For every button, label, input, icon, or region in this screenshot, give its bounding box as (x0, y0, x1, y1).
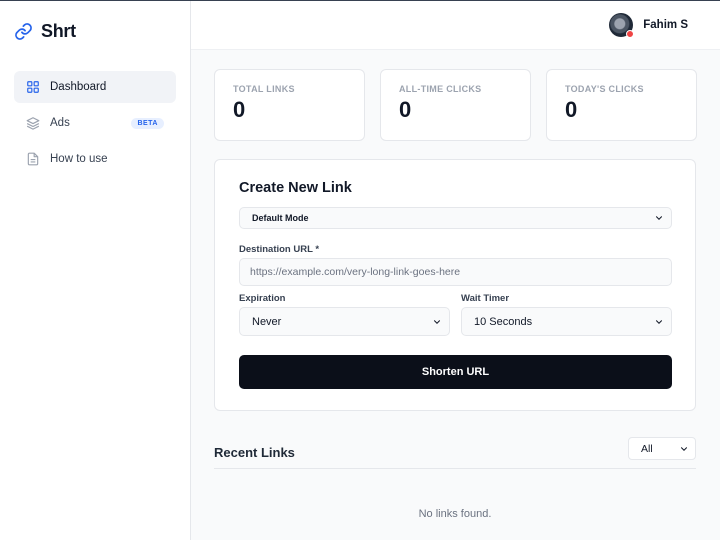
user-menu[interactable]: Fahim S (609, 13, 688, 38)
mode-select-value: Default Mode (252, 213, 309, 223)
filter-value: All (641, 442, 653, 455)
create-link-card: Create New Link Default Mode Destination… (214, 159, 696, 411)
recent-links-filter[interactable]: All (628, 437, 696, 460)
destination-url-label: Destination URL * (239, 244, 320, 255)
main-content: Fahim S TOTAL LINKS 0 ALL-TIME CLICKS 0 … (191, 1, 720, 540)
stat-label: TODAY'S CLICKS (565, 84, 644, 94)
sidebar-item-label: How to use (50, 153, 108, 165)
document-icon (27, 152, 39, 166)
layers-icon (26, 117, 40, 130)
top-bar: Fahim S (191, 1, 720, 50)
shorten-url-button[interactable]: Shorten URL (239, 355, 672, 389)
stat-card-todays-clicks: TODAY'S CLICKS 0 (546, 69, 697, 141)
sidebar-item-how-to-use[interactable]: How to use (14, 143, 176, 175)
stat-card-total-links: TOTAL LINKS 0 (214, 69, 365, 141)
sidebar-item-ads[interactable]: Ads BETA (14, 107, 176, 139)
sidebar: Shrt Dashboard Ads BETA How to use (0, 1, 191, 540)
chevron-down-icon (680, 446, 688, 451)
wait-timer-select-value: 10 Seconds (474, 315, 533, 328)
beta-badge: BETA (131, 117, 164, 129)
recent-links-header: Recent Links All (214, 437, 696, 469)
stat-card-all-time-clicks: ALL-TIME CLICKS 0 (380, 69, 531, 141)
chevron-down-icon (433, 319, 441, 324)
stat-value: 0 (233, 97, 246, 122)
status-dot (626, 30, 635, 38)
stat-value: 0 (399, 97, 412, 122)
link-icon (15, 23, 32, 40)
stat-value: 0 (565, 97, 578, 122)
brand-name: Shrt (41, 21, 76, 41)
wait-timer-label: Wait Timer (461, 293, 510, 304)
empty-state-message: No links found. (418, 508, 492, 520)
brand[interactable]: Shrt (14, 21, 76, 42)
expiration-select-value: Never (252, 315, 282, 328)
user-name: Fahim S (643, 19, 688, 31)
chevron-down-icon (655, 216, 663, 220)
stats-row: TOTAL LINKS 0 ALL-TIME CLICKS 0 TODAY'S … (214, 69, 697, 141)
recent-links-title: Recent Links (214, 445, 295, 460)
sidebar-item-label: Ads (50, 117, 70, 129)
grid-icon (27, 81, 39, 93)
stat-label: ALL-TIME CLICKS (399, 84, 482, 94)
stat-label: TOTAL LINKS (233, 84, 295, 94)
create-link-title: Create New Link (239, 180, 352, 196)
destination-url-input[interactable] (239, 258, 672, 286)
wait-timer-select[interactable]: 10 Seconds (461, 307, 672, 336)
sidebar-nav: Dashboard Ads BETA How to use (14, 71, 176, 179)
expiration-select[interactable]: Never (239, 307, 450, 336)
chevron-down-icon (655, 319, 663, 324)
mode-select[interactable]: Default Mode (239, 207, 672, 229)
expiration-label: Expiration (239, 293, 286, 304)
avatar[interactable] (609, 13, 635, 38)
sidebar-item-label: Dashboard (50, 81, 107, 93)
sidebar-item-dashboard[interactable]: Dashboard (14, 71, 176, 103)
